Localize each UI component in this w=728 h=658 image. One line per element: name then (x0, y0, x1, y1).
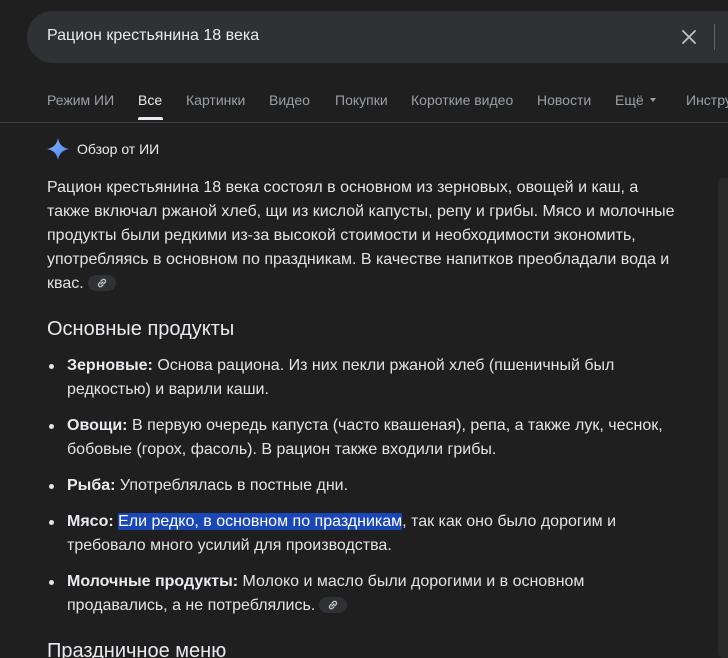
tab-short-videos[interactable]: Короткие видео (411, 92, 513, 108)
summary-line: также включал ржаной хлеб, щи из кислой … (47, 203, 675, 220)
section-heading: Основные продукты (47, 318, 235, 340)
link-icon (97, 278, 106, 288)
summary-line: квас. (47, 275, 84, 292)
next-section-heading: Праздничное меню (47, 640, 227, 658)
tab-more-label: Ещё (615, 92, 644, 108)
products-list: Зерновые: Основа рациона. Из них пекли р… (47, 354, 677, 630)
item-text: Употреблялась в постные дни. (119, 477, 349, 494)
active-tab-indicator (138, 117, 163, 120)
selected-text: Ели редко, в основном по праздникам (118, 513, 403, 530)
summary-line: Рацион крестьянина 18 века состоял в осн… (47, 179, 639, 196)
tab-all[interactable]: Все (138, 92, 162, 108)
summary-line: употребляясь в основном по праздникам. В… (47, 251, 670, 268)
item-term: Зерновые: (67, 357, 153, 374)
item-term: Мясо: (67, 513, 114, 530)
source-link-button[interactable] (87, 274, 116, 291)
search-tabs: Режим ИИ Все Картинки Видео Покупки Коро… (0, 80, 728, 123)
ai-overview-title: Обзор от ИИ (77, 141, 160, 157)
search-input[interactable]: Рацион крестьянина 18 века (47, 27, 259, 45)
tab-shopping[interactable]: Покупки (335, 92, 388, 108)
tab-images[interactable]: Картинки (186, 92, 245, 108)
list-item: Мясо: Ели редко, в основном по праздника… (47, 510, 677, 558)
chevron-down-icon (649, 98, 656, 103)
tab-video[interactable]: Видео (269, 92, 310, 108)
item-term: Рыба: (67, 477, 116, 494)
link-icon (329, 600, 338, 610)
clear-icon[interactable] (677, 25, 701, 49)
list-item: Зерновые: Основа рациона. Из них пекли р… (47, 354, 677, 402)
item-term: Овощи: (67, 417, 128, 434)
tab-ai-mode[interactable]: Режим ИИ (47, 92, 114, 108)
summary-line: продукты были редкими из-за высокой стои… (47, 227, 636, 244)
ai-overview-summary: Рацион крестьянина 18 века состоял в осн… (47, 176, 687, 296)
search-divider (714, 24, 715, 50)
ai-overview-header: Обзор от ИИ (47, 138, 159, 160)
list-item: Молочные продукты: Молоко и масло были д… (47, 570, 677, 618)
source-link-button[interactable] (319, 596, 348, 613)
tab-news[interactable]: Новости (537, 92, 591, 108)
item-text: В первую очередь капуста (часто квашеная… (67, 417, 663, 458)
item-term: Молочные продукты: (67, 573, 239, 590)
side-panel-edge (718, 178, 728, 658)
list-item: Овощи: В первую очередь капуста (часто к… (47, 414, 677, 462)
tab-tools[interactable]: Инстру (686, 92, 728, 108)
search-box[interactable]: Рацион крестьянина 18 века (27, 11, 728, 63)
sparkle-icon (47, 138, 69, 160)
page: Рацион крестьянина 18 века Режим ИИ Все … (0, 0, 728, 658)
list-item: Рыба: Употреблялась в постные дни. (47, 474, 677, 498)
tab-more[interactable]: Ещё (615, 92, 656, 108)
